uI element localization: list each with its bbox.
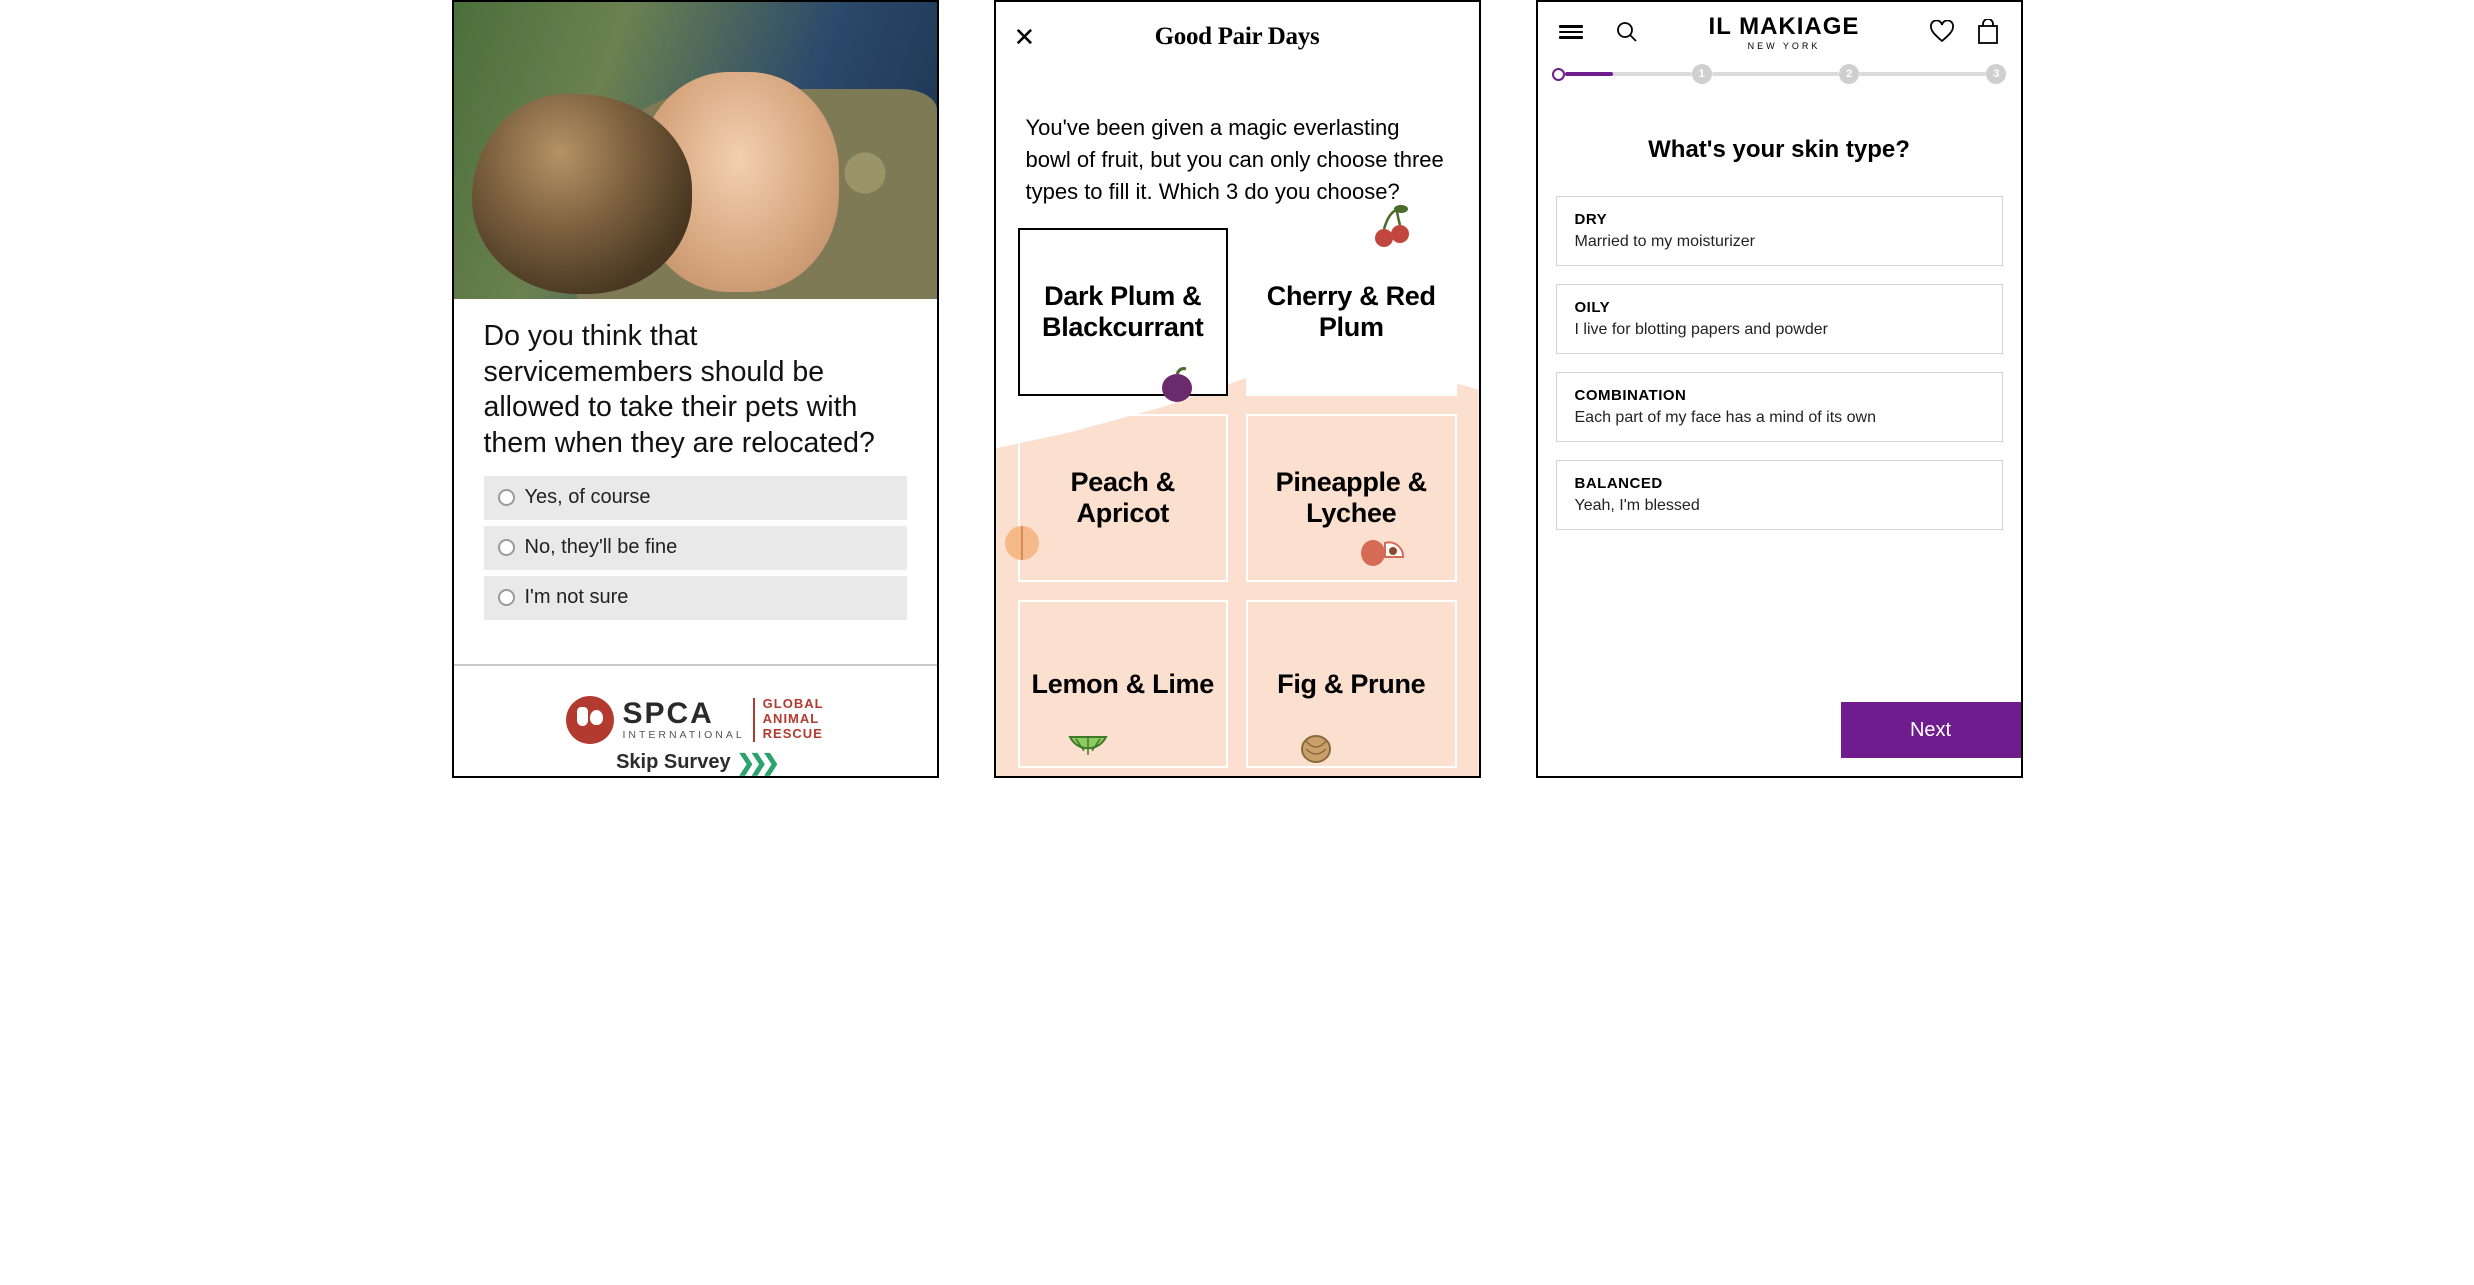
card-label: Peach & Apricot (1032, 467, 1215, 527)
radio-icon (498, 539, 515, 556)
card-label: Lemon & Lime (1032, 669, 1214, 699)
brand-logo: IL MAKIAGE NEW YORK (1709, 13, 1860, 51)
progress-bar: 1 2 3 (1538, 62, 2021, 84)
chevrons-right-icon: ❯❯❯ (737, 750, 774, 776)
progress-step-3: 3 (1986, 64, 2006, 84)
divider (454, 664, 937, 666)
shopping-bag-icon[interactable] (1975, 19, 2001, 45)
fruit-card-plum-blackcurrant[interactable]: Dark Plum & Blackcurrant (1018, 228, 1229, 396)
skin-option-dry[interactable]: DRY Married to my moisturizer (1556, 196, 2003, 266)
card-label: Dark Plum & Blackcurrant (1032, 281, 1215, 341)
progress-step-2: 2 (1839, 64, 1859, 84)
next-button[interactable]: Next (1841, 702, 2021, 758)
hamburger-menu-icon[interactable] (1558, 19, 1584, 45)
spca-logo: SPCA INTERNATIONAL GLOBAL ANIMAL RESCUE (454, 696, 937, 744)
option-title: COMBINATION (1575, 387, 1984, 404)
hero-image (454, 2, 937, 299)
option-title: OILY (1575, 299, 1984, 316)
option-label: I'm not sure (525, 586, 629, 609)
option-title: BALANCED (1575, 475, 1984, 492)
fruit-card-lemon-lime[interactable]: Lemon & Lime (1018, 600, 1229, 768)
peach-icon (1000, 519, 1044, 570)
good-pair-days-screen: ✕ Good Pair Days You've been given a mag… (994, 0, 1481, 778)
card-label: Fig & Prune (1277, 669, 1425, 699)
radio-icon (498, 489, 515, 506)
lychee-icon (1359, 533, 1405, 576)
fruit-card-pineapple-lychee[interactable]: Pineapple & Lychee (1246, 414, 1457, 582)
option-subtitle: Yeah, I'm blessed (1575, 497, 1984, 515)
skip-survey-button[interactable]: Skip Survey ❯❯❯ (454, 750, 937, 776)
fruit-card-cherry-red-plum[interactable]: Cherry & Red Plum (1246, 228, 1457, 396)
progress-step-1: 1 (1692, 64, 1712, 84)
il-makiage-screen: IL MAKIAGE NEW YORK 1 2 3 What's your sk… (1536, 0, 2023, 778)
fig-icon (1296, 725, 1336, 772)
skin-option-combination[interactable]: COMBINATION Each part of my face has a m… (1556, 372, 2003, 442)
option-subtitle: Married to my moisturizer (1575, 233, 1984, 251)
wishlist-heart-icon[interactable] (1929, 19, 1955, 45)
option-title: DRY (1575, 211, 1984, 228)
search-icon[interactable] (1614, 19, 1640, 45)
brand-logo: Good Pair Days (1155, 23, 1320, 51)
skin-option-balanced[interactable]: BALANCED Yeah, I'm blessed (1556, 460, 2003, 530)
progress-current-dot (1552, 68, 1565, 81)
option-label: No, they'll be fine (525, 536, 678, 559)
brand-subtitle: INTERNATIONAL (622, 729, 744, 741)
radio-icon (498, 589, 515, 606)
fruit-card-peach-apricot[interactable]: Peach & Apricot (1018, 414, 1229, 582)
spca-survey-screen: Do you think that servicemembers should … (452, 0, 939, 778)
survey-question: Do you think that servicemembers should … (454, 299, 937, 476)
brand-name: SPCA (622, 699, 744, 729)
survey-option-yes[interactable]: Yes, of course (484, 476, 907, 520)
fruit-card-fig-prune[interactable]: Fig & Prune (1246, 600, 1457, 768)
brand-tagline: GLOBAL ANIMAL RESCUE (763, 697, 824, 742)
survey-option-no[interactable]: No, they'll be fine (484, 526, 907, 570)
option-subtitle: I live for blotting papers and powder (1575, 321, 1984, 339)
card-label: Cherry & Red Plum (1260, 281, 1443, 341)
spca-logo-icon (566, 696, 614, 744)
plum-icon (1156, 363, 1198, 412)
option-subtitle: Each part of my face has a mind of its o… (1575, 409, 1984, 427)
card-label: Pineapple & Lychee (1260, 467, 1443, 527)
lime-icon (1066, 730, 1110, 770)
close-icon[interactable]: ✕ (1014, 24, 1040, 50)
option-label: Yes, of course (525, 486, 651, 509)
quiz-question: What's your skin type? (1538, 84, 2021, 196)
cherry-icon (1369, 204, 1415, 257)
survey-option-unsure[interactable]: I'm not sure (484, 576, 907, 620)
skin-option-oily[interactable]: OILY I live for blotting papers and powd… (1556, 284, 2003, 354)
